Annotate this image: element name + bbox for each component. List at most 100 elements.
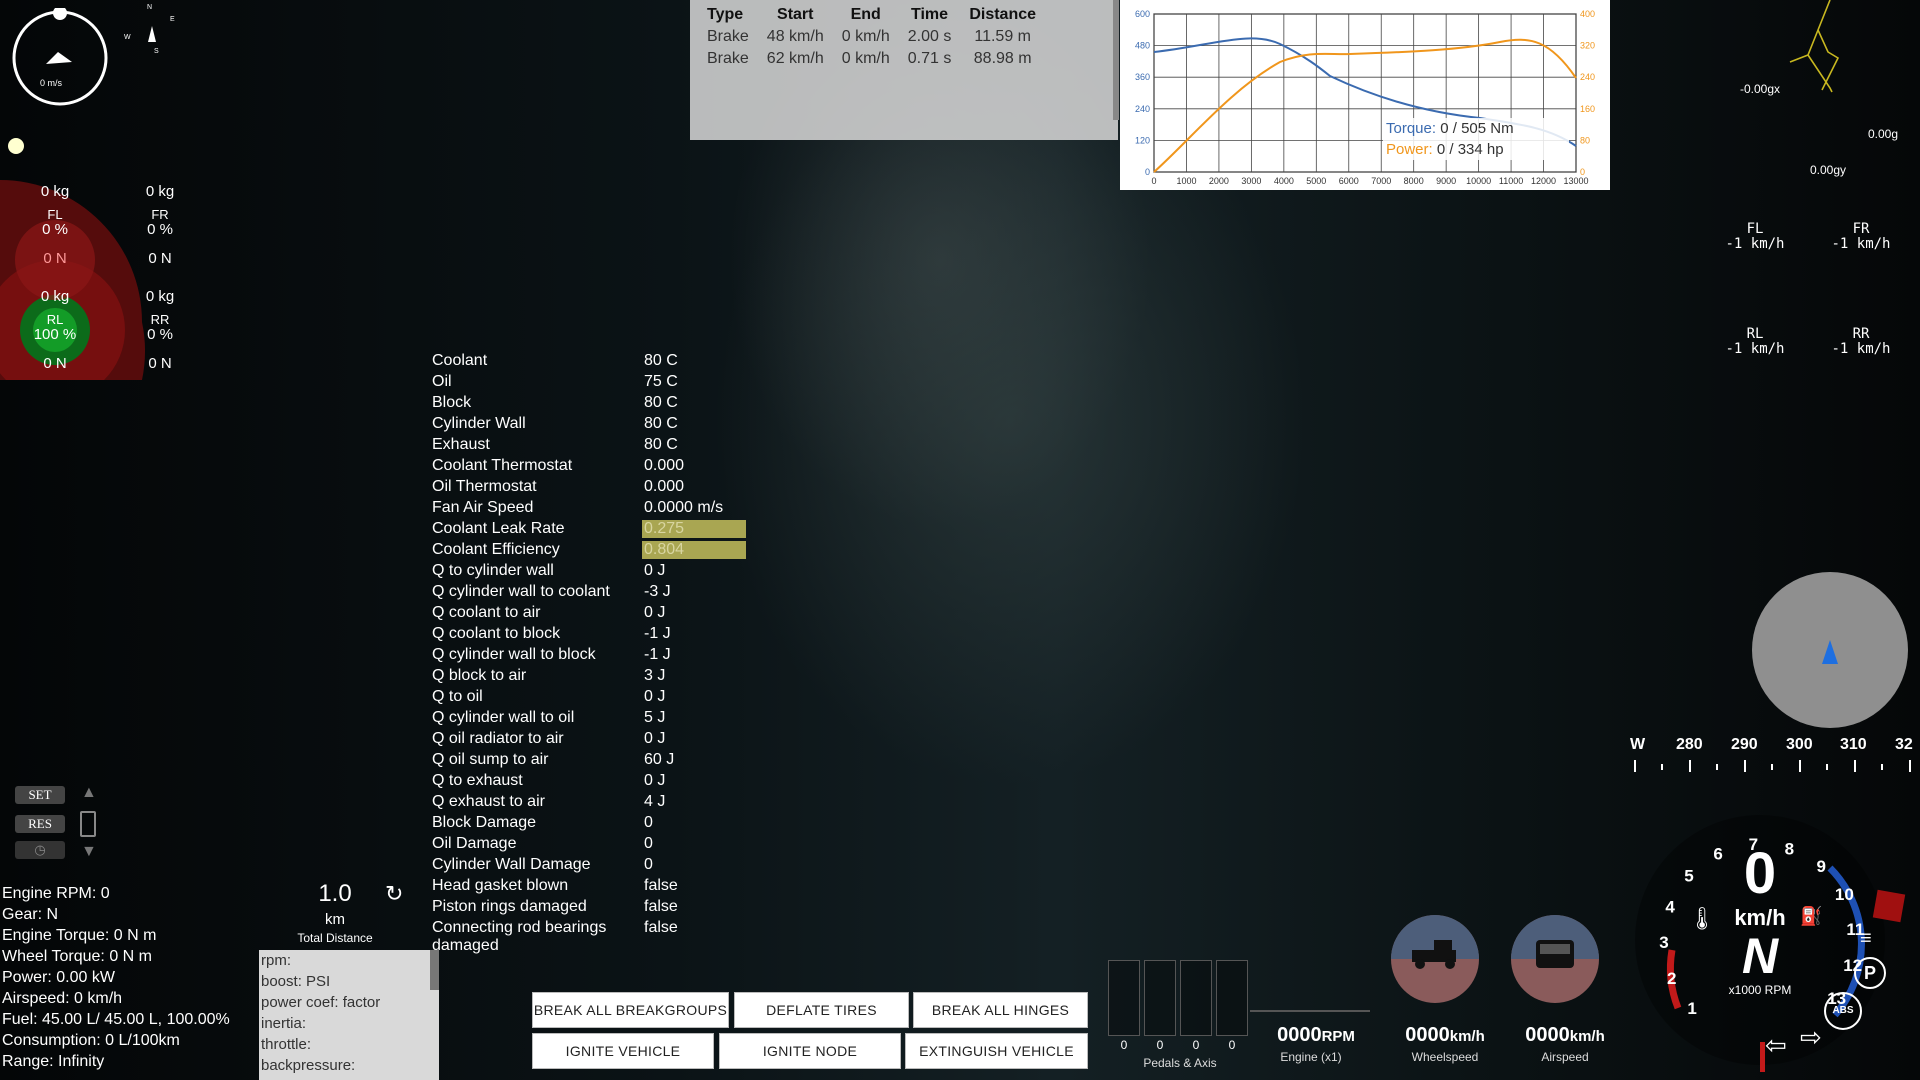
cruise-down-icon[interactable]: ▼	[81, 843, 97, 861]
extinguish-vehicle-button[interactable]: EXTINGUISH VEHICLE	[905, 1033, 1088, 1069]
heading-label: W	[1630, 736, 1646, 753]
stat-label: Coolant	[432, 352, 488, 369]
info-gear: Gear: N	[2, 906, 59, 923]
wheelspeed-label: Wheelspeed	[1411, 1050, 1479, 1064]
stat-label: Exhaust	[432, 436, 490, 453]
debug-line: boost: PSI	[261, 973, 331, 990]
table-row: Brake 62 km/h 0 km/h 0.71 s 88.98 m	[698, 48, 1045, 70]
stat-value: 80 C	[644, 415, 678, 432]
gauge-tick-label: 5	[1684, 866, 1693, 885]
x-tick-label: 6000	[1339, 176, 1359, 186]
cruise-set-button[interactable]: SET	[15, 786, 65, 804]
right-tick-label: 160	[1580, 104, 1595, 114]
wheel-rl-name: RL	[46, 312, 64, 327]
wheelspeed-rr: RR -1 km/h	[1826, 327, 1896, 357]
wheelspeed-rl: RL -1 km/h	[1720, 327, 1790, 357]
right-tick-label: 0	[1580, 167, 1585, 177]
cruise-up-icon[interactable]: ▲	[81, 784, 97, 802]
cruise-res-button[interactable]: RES	[15, 815, 65, 833]
info-airspeed: Airspeed: 0 km/h	[2, 990, 123, 1007]
column-header: End	[850, 6, 881, 23]
compass-letter-s: S	[154, 48, 159, 55]
stat-value: 3 J	[644, 667, 666, 684]
x-tick-label: 3000	[1241, 176, 1261, 186]
wheelspeed-fr: FR -1 km/h	[1826, 222, 1896, 252]
stat-value: 75 C	[644, 373, 678, 390]
graph-legend: Torque: 0 / 505 Nm Power: 0 / 334 hp	[1383, 118, 1569, 160]
stat-label: Oil Thermostat	[432, 478, 537, 495]
compass-letter-e: E	[170, 16, 175, 23]
turn-signal-right-icon[interactable]: ⇨	[1800, 1022, 1822, 1053]
x-tick-label: 11000	[1499, 176, 1523, 186]
wheelspeed-fl-name: FL	[1746, 221, 1764, 237]
stat-value: 0 J	[644, 772, 666, 789]
speedometer-icon[interactable]: ◷	[15, 841, 65, 859]
x-tick-label: 2000	[1209, 176, 1229, 186]
parking-brake-icon: P	[1854, 957, 1886, 989]
wheel-fr-name: FR	[151, 207, 169, 222]
heading-ticks	[1634, 760, 1911, 772]
wheel-fl-mass: 0 kg	[40, 183, 70, 200]
info-power: Power: 0.00 kW	[2, 969, 115, 986]
pedals-label: Pedals & Axis	[1143, 1056, 1217, 1070]
stat-label: Q coolant to air	[432, 604, 541, 621]
graph-canvas: 0 1000 2000 3000 4000 5000 6000 7000 8000 9000 100…	[1135, 9, 1595, 186]
player-arrow-icon	[1822, 640, 1838, 664]
info-engine-torque: Engine Torque: 0 N m	[2, 927, 157, 944]
pedal-bar-1	[1108, 960, 1140, 1036]
brake-test-table: Type Start End Time Distance Brake 48 km…	[698, 4, 1045, 70]
stat-value: 80 C	[644, 352, 678, 369]
x-tick-label: 9000	[1436, 176, 1456, 186]
stat-value: 0 J	[644, 730, 666, 747]
x-tick-label: 1000	[1176, 176, 1196, 186]
rpm-value: 0000	[1277, 1024, 1322, 1046]
gauge-tick-label: 4	[1665, 897, 1675, 916]
ignite-vehicle-button[interactable]: IGNITE VEHICLE	[532, 1033, 714, 1069]
gauge-gear: N	[1741, 928, 1779, 984]
wheelspeed-value: 0000	[1405, 1024, 1450, 1046]
gauge-speed: 0	[1743, 841, 1777, 906]
stat-value: 5 J	[644, 709, 666, 726]
table-cell: Brake	[707, 50, 749, 67]
info-engine-rpm: Engine RPM: 0	[2, 885, 110, 902]
pitch-attitude-icon	[1511, 915, 1599, 1003]
pedal-value: 0	[1228, 1038, 1236, 1052]
break-all-breakgroups-button[interactable]: BREAK ALL BREAKGROUPS	[532, 992, 729, 1028]
column-header: Time	[911, 6, 949, 23]
info-fuel: Fuel: 45.00 L/ 45.00 L, 100.00%	[2, 1011, 230, 1028]
stat-label: Coolant Thermostat	[432, 457, 573, 474]
turn-signal-left-icon[interactable]: ⇦	[1765, 1030, 1787, 1061]
break-all-hinges-button[interactable]: BREAK ALL HINGES	[913, 992, 1088, 1028]
stat-value: 0.275	[642, 520, 746, 538]
debug-box-scrollbar[interactable]	[430, 950, 439, 990]
debug-line: backpressure:	[261, 1057, 356, 1074]
ignite-node-button[interactable]: IGNITE NODE	[719, 1033, 901, 1069]
stat-label: Cylinder Wall Damage	[432, 856, 591, 873]
trip-distance-unit: km	[325, 911, 345, 928]
wheel-fr-mass: 0 kg	[145, 183, 175, 200]
gauge-tick-label: 3	[1659, 933, 1668, 952]
wheelspeed-fr-name: FR	[1852, 221, 1870, 237]
power-legend-value: 0 / 334 hp	[1436, 141, 1504, 158]
brake-table-scrollbar[interactable]	[1113, 0, 1119, 120]
compass-letter-n: N	[147, 4, 153, 11]
deflate-tires-button[interactable]: DEFLATE TIRES	[734, 992, 909, 1028]
heading-label: 310	[1840, 736, 1867, 753]
torque-legend-label: Torque:	[1386, 120, 1437, 137]
pedal-value: 0	[1120, 1038, 1128, 1052]
brake-test-panel: Type Start End Time Distance Brake 48 km…	[690, 0, 1118, 140]
stat-label: Piston rings damaged	[432, 898, 587, 915]
heading-tape: W 280 290 300 310 32	[1630, 736, 1920, 776]
stat-label: Coolant Efficiency	[432, 541, 560, 558]
right-tick-label: 320	[1580, 41, 1595, 51]
x-tick-label: 8000	[1404, 176, 1424, 186]
reset-trip-icon[interactable]: ↻	[385, 881, 403, 907]
pedal-value: 0	[1156, 1038, 1164, 1052]
stat-value: false	[644, 919, 678, 936]
x-tick-label: 12000	[1531, 176, 1556, 186]
coolant-temp-icon: 🌡	[1688, 906, 1716, 931]
stat-label: Q oil radiator to air	[432, 730, 564, 747]
minimap[interactable]	[1752, 572, 1908, 728]
stat-value: -3 J	[644, 583, 671, 600]
table-cell: 2.00 s	[907, 28, 952, 45]
